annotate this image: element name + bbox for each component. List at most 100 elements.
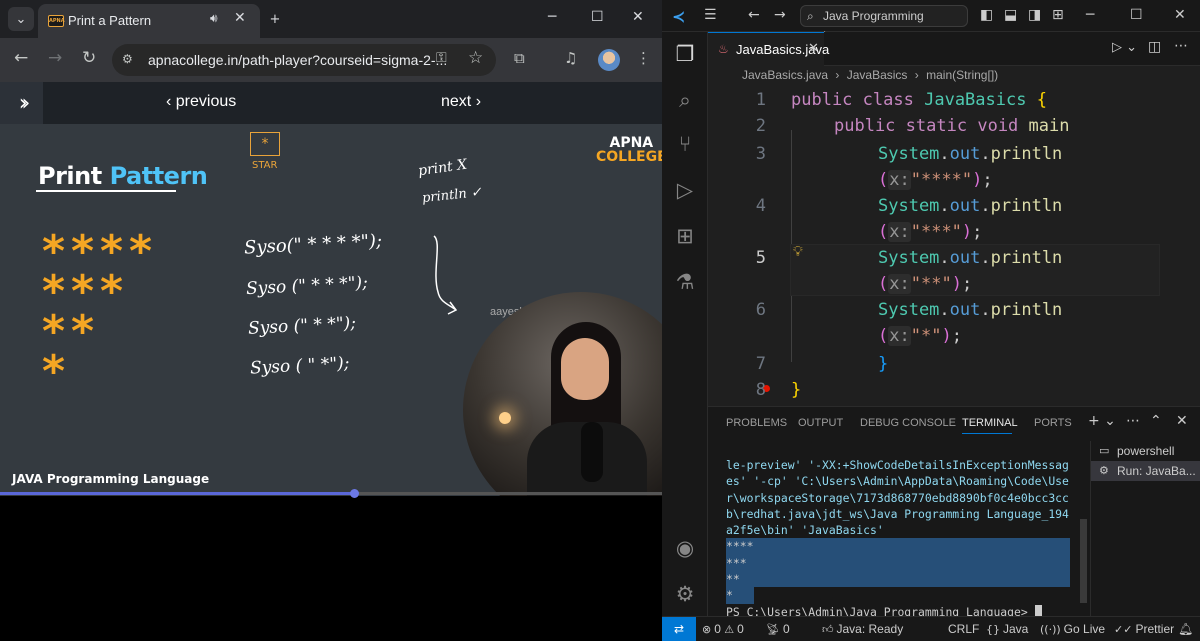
close-window-icon[interactable]: ✕ — [1174, 7, 1186, 23]
terminal-item-run[interactable]: ⚙ Run: JavaBa... — [1091, 461, 1200, 481]
more-actions-icon[interactable]: ⋯ — [1126, 413, 1140, 429]
search-icon[interactable]: ⌕ — [662, 88, 708, 113]
back-arrow-icon[interactable]: ← — [748, 7, 760, 23]
close-window-icon[interactable]: ✕ — [632, 9, 644, 25]
breadcrumb-file[interactable]: JavaBasics.java — [742, 68, 828, 82]
close-panel-icon[interactable]: ✕ — [1176, 413, 1188, 429]
token: out — [949, 144, 981, 164]
editor-tab-javabasics[interactable]: ♨ JavaBasics.java ✕ — [708, 32, 829, 66]
code-line: public class JavaBasics { — [791, 90, 1047, 110]
terminal-item-powershell[interactable]: ▭ powershell — [1091, 441, 1200, 461]
terminal-scrollbar[interactable] — [1080, 519, 1087, 603]
terminal-line: ** — [726, 571, 1070, 588]
site-settings-icon[interactable]: ⚙ — [122, 52, 138, 68]
toggle-panel-icon[interactable]: ⬓ — [1004, 7, 1017, 23]
key-icon[interactable]: ⚿ — [436, 50, 447, 66]
close-tab-icon[interactable]: ✕ — [234, 10, 246, 26]
progress-knob[interactable] — [349, 489, 359, 498]
tab-terminal[interactable]: TERMINAL — [962, 417, 1018, 429]
antenna-icon: 📡︎ — [766, 623, 780, 636]
toggle-secondary-sidebar-icon[interactable]: ◨ — [1028, 7, 1041, 23]
video-player[interactable]: Print Pattern APNA COLLEGE * STAR print … — [0, 124, 662, 496]
status-bar: ⇄ ⊗ 0 ⚠ 0 📡︎ 0 👍︎ Java: Ready CRLF {} Java ((… — [662, 616, 1200, 641]
token: println — [990, 300, 1063, 320]
split-editor-icon[interactable]: ◫ — [1148, 39, 1161, 55]
browser-toolbar: ← → ↻ ⚙ apnacollege.in/path-player?cours… — [0, 38, 662, 82]
code-line: (x:"***"); — [878, 222, 983, 242]
editor-tab-bar: ♨ JavaBasics.java ✕ ▷ ⌄ ◫ ⋯ — [708, 32, 1200, 66]
breadcrumb-class[interactable]: JavaBasics — [847, 68, 908, 82]
token: class — [862, 90, 914, 110]
param-hint: x: — [888, 274, 911, 294]
minimize-icon[interactable]: ─ — [1086, 7, 1094, 23]
line-number: 5 — [755, 248, 766, 268]
code-editor[interactable]: 💡︎ 1 2 3 4 5 6 7 8 public class JavaBasi… — [708, 86, 1200, 404]
problems-status[interactable]: ⊗ 0 ⚠ 0 — [702, 622, 744, 636]
language-status[interactable]: {} Java — [986, 622, 1028, 636]
tab-problems[interactable]: PROBLEMS — [726, 417, 787, 429]
menu-dots-icon[interactable]: ⋮ — [636, 49, 651, 67]
bookmark-star-icon[interactable]: ☆ — [468, 48, 483, 68]
more-actions-icon[interactable]: ⋯ — [1174, 38, 1188, 54]
tab-ports[interactable]: PORTS — [1034, 417, 1072, 429]
profile-avatar[interactable] — [598, 49, 620, 71]
media-control-icon[interactable]: ♫ — [564, 49, 577, 67]
url-text[interactable]: apnacollege.in/path-player?courseid=sigm… — [148, 52, 447, 68]
maximize-icon[interactable]: ☐ — [591, 9, 604, 25]
line-number: 2 — [755, 116, 766, 136]
extensions-puzzle-icon[interactable]: ⧉ — [514, 49, 525, 67]
browser-tab[interactable]: APNA Print a Pattern 🔊︎ ✕ — [38, 4, 260, 38]
explorer-files-icon[interactable]: ❐ — [662, 42, 708, 66]
minimize-icon[interactable]: ─ — [548, 9, 556, 25]
terminal-line: **** — [726, 538, 1070, 555]
token: println — [990, 248, 1063, 268]
reload-icon[interactable]: ↻ — [82, 48, 96, 68]
prettier-label: Prettier — [1135, 622, 1175, 636]
next-button[interactable]: next › — [441, 93, 481, 111]
account-icon[interactable]: ◉ — [662, 536, 708, 560]
customize-layout-icon[interactable]: ⊞ — [1052, 7, 1064, 23]
notifications-bell-icon[interactable]: 🔔︎ — [1178, 622, 1193, 636]
extensions-icon[interactable]: ⊞ — [662, 224, 708, 248]
prettier-status[interactable]: ✓✓ Prettier — [1114, 622, 1174, 636]
breadcrumb-method[interactable]: main(String[]) — [926, 68, 998, 82]
handwritten-brace — [433, 235, 458, 315]
go-live-button[interactable]: ((·)) Go Live — [1040, 622, 1105, 636]
sidebar-toggle-icon[interactable]: ›› — [0, 82, 43, 124]
tab-search-chevron-icon[interactable]: ⌄ — [8, 7, 34, 31]
new-tab-button[interactable]: + — [262, 7, 288, 31]
eol-status[interactable]: CRLF — [948, 622, 979, 636]
remote-icon[interactable]: ⇄ — [662, 617, 696, 641]
new-terminal-plus-icon[interactable]: + ⌄ — [1088, 413, 1116, 429]
run-debug-icon[interactable]: ▷ — [662, 178, 708, 202]
forward-arrow-icon[interactable]: → — [774, 7, 786, 23]
toggle-sidebar-icon[interactable]: ◧ — [980, 7, 993, 23]
command-center-search[interactable]: ⌕ Java Programming Language — [800, 5, 968, 43]
run-play-icon[interactable]: ▷ ⌄ — [1112, 40, 1137, 55]
tab-output[interactable]: OUTPUT — [798, 417, 843, 429]
ports-status[interactable]: 📡︎ 0 — [766, 622, 790, 636]
testing-flask-icon[interactable]: ⚗ — [662, 270, 708, 294]
address-bar[interactable]: ⚙ apnacollege.in/path-player?courseid=si… — [112, 44, 496, 76]
source-control-icon[interactable]: ⑂ — [662, 132, 708, 156]
hamburger-menu-icon[interactable]: ☰ — [704, 7, 717, 23]
token: out — [949, 248, 981, 268]
handwritten-code-line: Syso ( " *"); — [249, 353, 351, 379]
token: public — [791, 90, 853, 110]
previous-button[interactable]: ‹ previous — [166, 93, 236, 111]
speaker-icon[interactable]: 🔊︎ — [210, 11, 218, 26]
settings-gear-icon[interactable]: ⚙ — [662, 582, 708, 606]
close-tab-icon[interactable]: ✕ — [808, 41, 819, 56]
video-progress-bar[interactable] — [0, 489, 662, 498]
handwritten-code-line: Syso (" * *"); — [247, 313, 357, 339]
forward-arrow-icon[interactable]: → — [48, 48, 62, 68]
handwritten-code-line: Syso(" * * * *"); — [243, 230, 383, 259]
maximize-icon[interactable]: ☐ — [1130, 7, 1143, 23]
handwritten-note: println ✓ — [421, 184, 483, 207]
lightbulb-icon[interactable]: 💡︎ — [793, 244, 803, 260]
java-status[interactable]: 👍︎ Java: Ready — [822, 622, 903, 636]
back-arrow-icon[interactable]: ← — [14, 48, 28, 68]
maximize-panel-icon[interactable]: ⌃ — [1150, 413, 1162, 429]
tab-debug-console[interactable]: DEBUG CONSOLE — [860, 417, 956, 429]
terminal-output[interactable]: le-preview' '-XX:+ShowCodeDetailsInExcep… — [726, 457, 1070, 620]
